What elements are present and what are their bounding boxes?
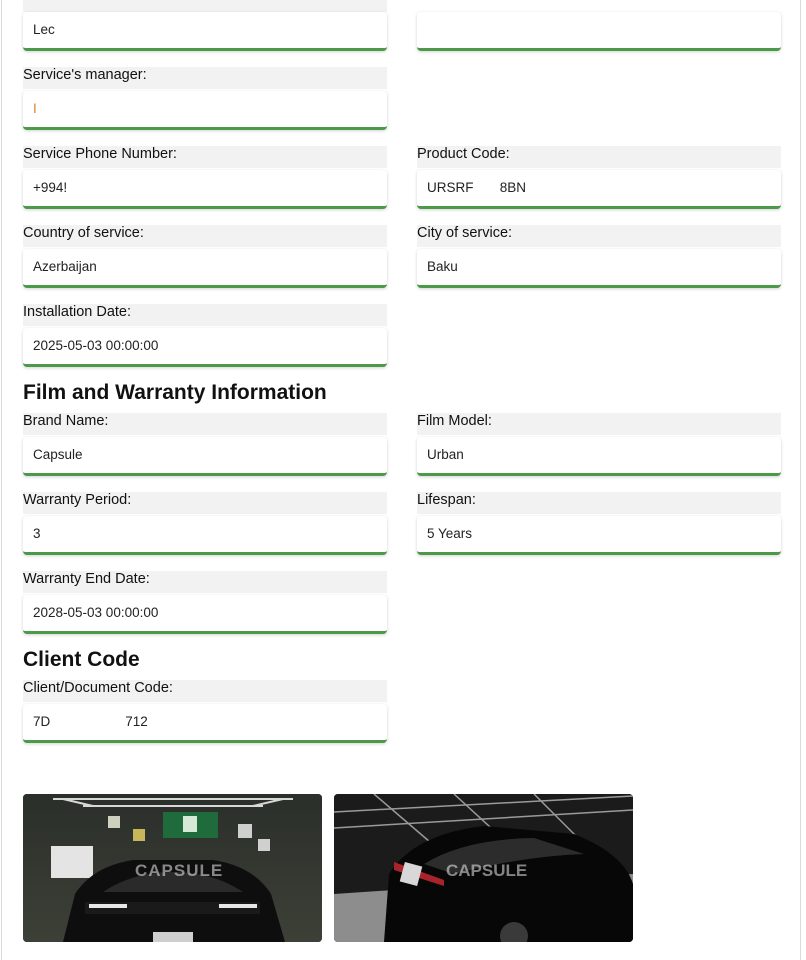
film-model-label: Film Model: bbox=[417, 413, 781, 435]
watermark-front: CAPSULE bbox=[135, 861, 223, 880]
service-phone-label: Service Phone Number: bbox=[23, 146, 387, 168]
warranty-period-label: Warranty Period: bbox=[23, 492, 387, 514]
top-right-input[interactable] bbox=[417, 12, 781, 51]
brand-label: Brand Name: bbox=[23, 413, 387, 435]
country-label: Country of service: bbox=[23, 225, 387, 247]
city-label: City of service: bbox=[417, 225, 781, 247]
film-model-input[interactable]: Urban bbox=[417, 437, 781, 476]
service-phone-input[interactable]: +994! bbox=[23, 170, 387, 209]
client-code-label: Client/Document Code: bbox=[23, 680, 387, 702]
installation-date-label: Installation Date: bbox=[23, 304, 387, 326]
top-left-input[interactable]: Lec bbox=[23, 12, 387, 51]
client-code-input[interactable]: 7D 712 bbox=[23, 704, 387, 743]
country-input[interactable]: Azerbaijan bbox=[23, 249, 387, 288]
field-label-bg bbox=[23, 0, 387, 12]
watermark-rear: CAPSULE bbox=[446, 861, 527, 880]
service-manager-label: Service's manager: bbox=[23, 67, 387, 89]
warranty-end-label: Warranty End Date: bbox=[23, 571, 387, 593]
service-manager-input[interactable]: I bbox=[23, 91, 387, 130]
brand-input[interactable]: Capsule bbox=[23, 437, 387, 476]
car-front-illustration: CAPSULE bbox=[23, 794, 322, 942]
product-code-label: Product Code: bbox=[417, 146, 781, 168]
car-photo-rear[interactable]: CAPSULE bbox=[334, 794, 633, 942]
warranty-end-input[interactable]: 2028-05-03 00:00:00 bbox=[23, 595, 387, 634]
lifespan-label: Lifespan: bbox=[417, 492, 781, 514]
city-input[interactable]: Baku bbox=[417, 249, 781, 288]
product-code-input[interactable]: URSRF 8BN bbox=[417, 170, 781, 209]
car-photo-front[interactable]: CAPSULE bbox=[23, 794, 322, 942]
installation-date-input[interactable]: 2025-05-03 00:00:00 bbox=[23, 328, 387, 367]
lifespan-input[interactable]: 5 Years bbox=[417, 516, 781, 555]
warranty-period-input[interactable]: 3 bbox=[23, 516, 387, 555]
client-code-heading: Client Code bbox=[23, 648, 140, 671]
car-rear-illustration: CAPSULE bbox=[334, 794, 633, 942]
film-warranty-heading: Film and Warranty Information bbox=[23, 381, 327, 404]
